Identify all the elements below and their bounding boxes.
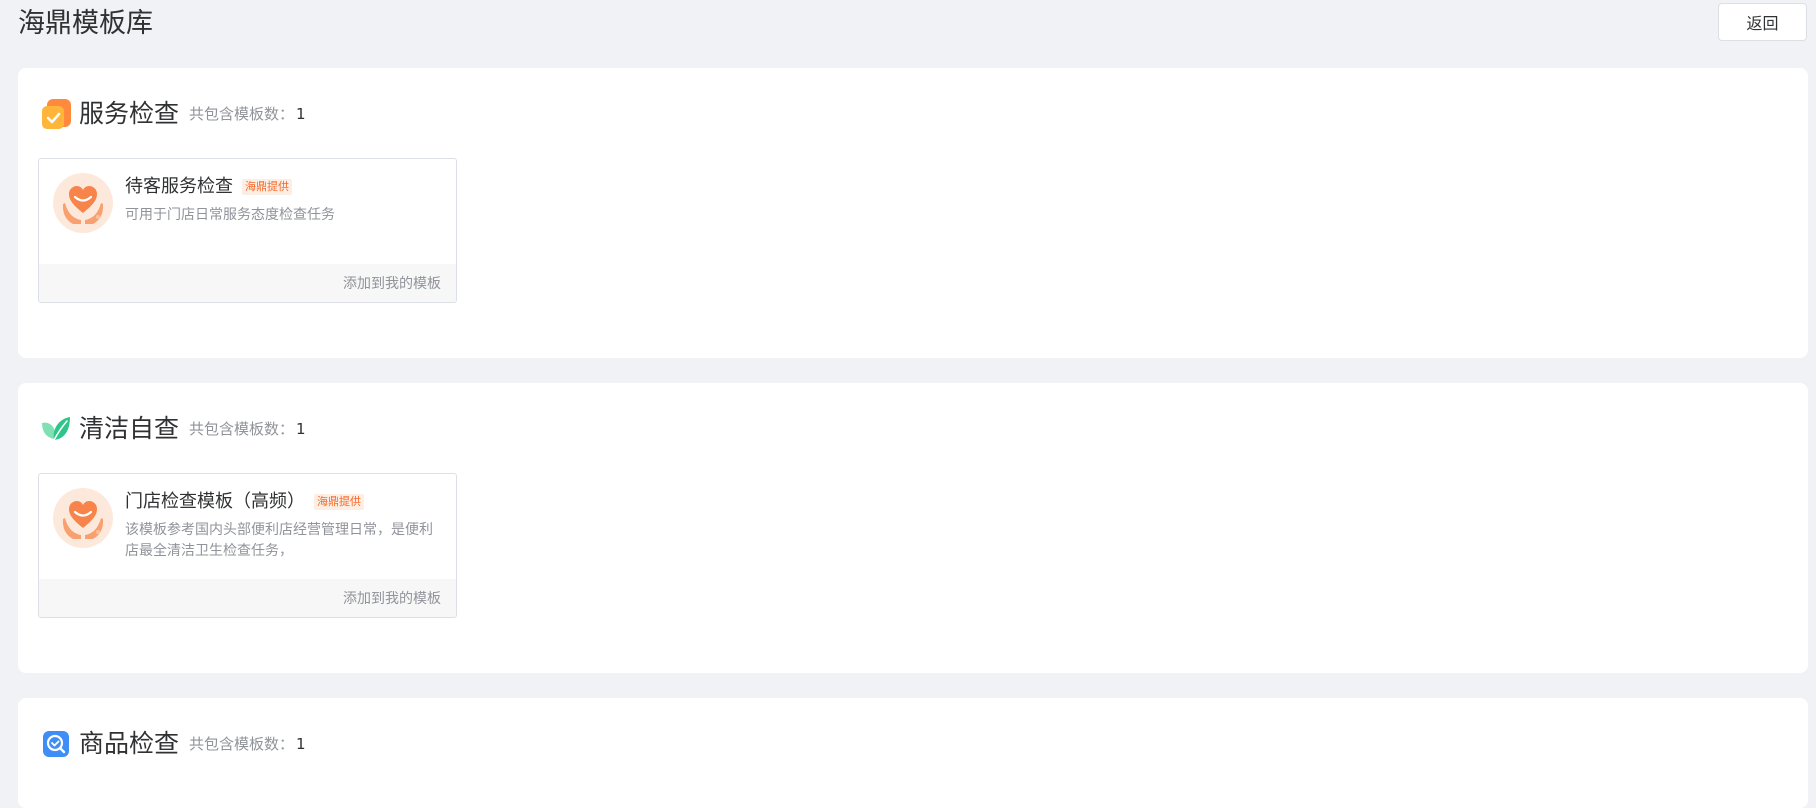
template-name: 待客服务检查 <box>125 176 233 197</box>
section-title: 服务检查 <box>79 99 180 128</box>
section-title: 清洁自查 <box>79 414 180 443</box>
add-to-my-templates-button[interactable]: 添加到我的模板 <box>343 273 441 293</box>
add-to-my-templates-button[interactable]: 添加到我的模板 <box>343 588 441 608</box>
heart-hands-icon <box>53 488 113 548</box>
section-product-check: 商品检查 共包含模板数： 1 <box>18 698 1808 808</box>
page-title: 海鼎模板库 <box>18 8 153 39</box>
section-header: 商品检查 共包含模板数： 1 <box>40 726 306 762</box>
section-header: 服务检查 共包含模板数： 1 <box>40 96 306 132</box>
section-service-check: 服务检查 共包含模板数： 1 待客服务检查 海鼎提供 可用于门店日常服务态度检查任… <box>18 68 1808 358</box>
template-card[interactable]: 待客服务检查 海鼎提供 可用于门店日常服务态度检查任务 添加到我的模板 <box>38 158 457 303</box>
template-description: 该模板参考国内头部便利店经营管理日常，是便利店最全清洁卫生检查任务， <box>125 522 433 559</box>
heart-hands-icon <box>53 173 113 233</box>
template-count: 共包含模板数： 1 <box>189 105 306 123</box>
card-footer: 添加到我的模板 <box>39 264 456 302</box>
template-card[interactable]: 门店检查模板（高频） 海鼎提供 该模板参考国内头部便利店经营管理日常，是便利店最… <box>38 473 457 618</box>
back-button[interactable]: 返回 <box>1718 3 1807 41</box>
section-cleaning-check: 清洁自查 共包含模板数： 1 门店检查模板（高频） 海鼎提供 该模板参考国内头部便… <box>18 383 1808 673</box>
provider-badge: 海鼎提供 <box>242 179 292 195</box>
product-check-icon <box>40 728 72 760</box>
template-count: 共包含模板数： 1 <box>189 735 306 753</box>
section-header: 清洁自查 共包含模板数： 1 <box>40 411 306 447</box>
leaf-icon <box>40 413 72 445</box>
provider-badge: 海鼎提供 <box>314 494 364 510</box>
template-name: 门店检查模板（高频） <box>125 491 305 512</box>
template-count: 共包含模板数： 1 <box>189 420 306 438</box>
card-footer: 添加到我的模板 <box>39 579 456 617</box>
template-description: 可用于门店日常服务态度检查任务 <box>125 207 335 223</box>
service-check-icon <box>40 98 72 130</box>
section-title: 商品检查 <box>79 729 180 758</box>
